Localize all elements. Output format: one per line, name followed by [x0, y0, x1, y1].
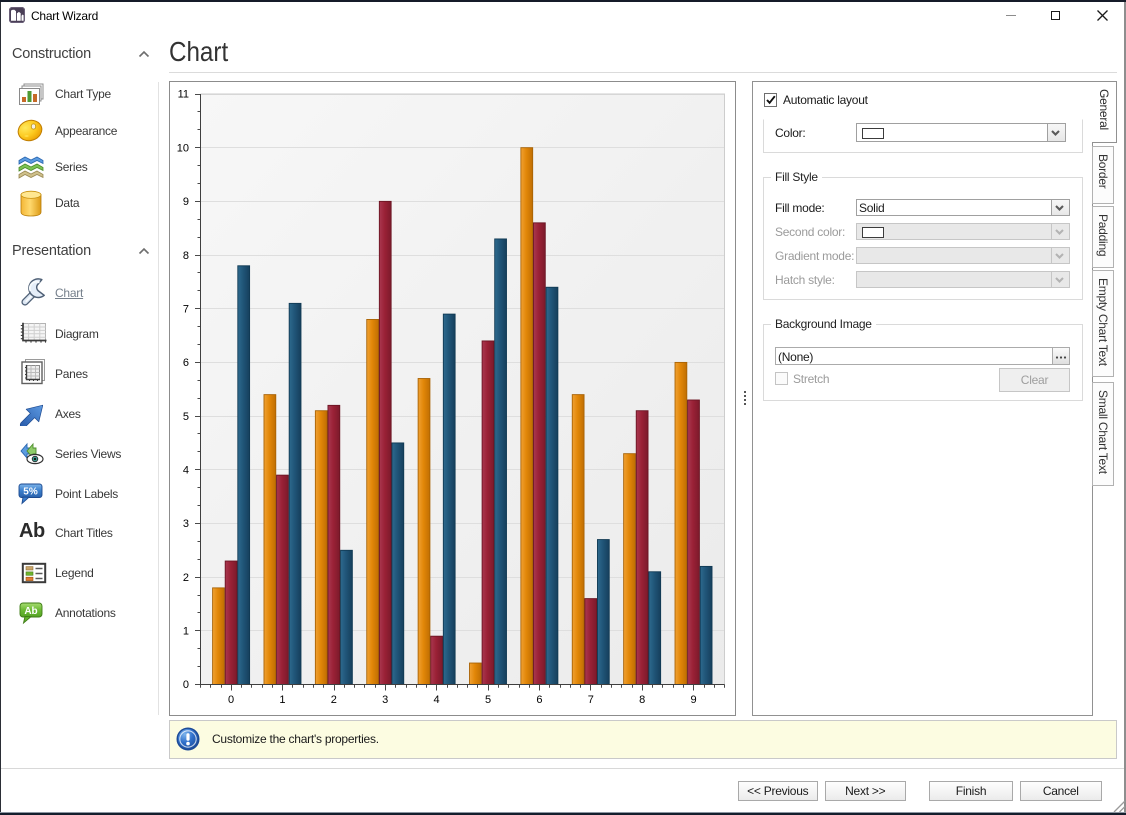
svg-text:6: 6 [183, 357, 189, 369]
svg-text:2: 2 [183, 572, 189, 584]
svg-text:4: 4 [183, 464, 189, 476]
svg-text:10: 10 [177, 142, 189, 154]
svg-text:2: 2 [331, 694, 337, 706]
svg-text:8: 8 [639, 694, 645, 706]
svg-text:9: 9 [183, 196, 189, 208]
svg-text:4: 4 [434, 694, 440, 706]
svg-text:5: 5 [183, 411, 189, 423]
svg-text:7: 7 [183, 303, 189, 315]
svg-text:1: 1 [183, 626, 189, 638]
svg-text:3: 3 [183, 518, 189, 530]
svg-text:11: 11 [178, 89, 189, 101]
svg-text:9: 9 [690, 694, 696, 706]
svg-text:5: 5 [485, 694, 491, 706]
svg-text:3: 3 [382, 694, 388, 706]
svg-text:8: 8 [183, 250, 189, 262]
svg-text:0: 0 [183, 679, 189, 691]
svg-text:5%: 5% [23, 487, 38, 498]
svg-text:7: 7 [588, 694, 594, 706]
svg-text:Ab: Ab [24, 606, 37, 617]
svg-text:1: 1 [279, 694, 285, 706]
svg-text:0: 0 [228, 694, 234, 706]
svg-text:6: 6 [536, 694, 542, 706]
